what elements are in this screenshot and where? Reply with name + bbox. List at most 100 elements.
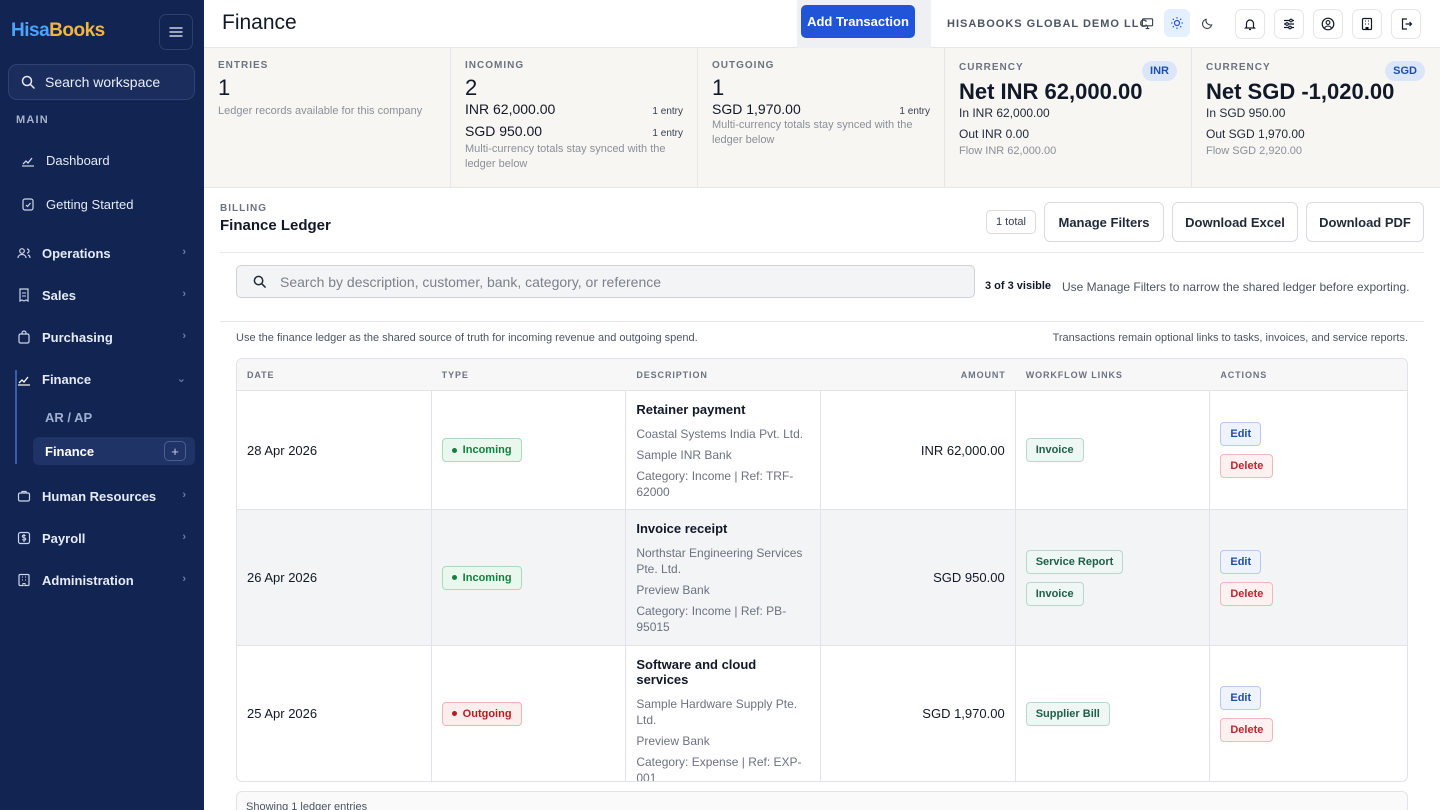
chevron-down-icon: ⌄ [176,373,186,385]
search-icon [253,275,266,288]
column-header-workflow-links[interactable]: WORKFLOW LINKS [1016,359,1211,390]
column-header-description[interactable]: DESCRIPTION [626,359,821,390]
edit-button[interactable]: Edit [1220,422,1262,446]
chart-line-icon [16,371,32,387]
table-row[interactable]: 25 Apr 2026 Outgoing Software and cloud … [237,646,1407,781]
divider [220,321,1424,322]
filter-hint: Use Manage Filters to narrow the shared … [1062,280,1410,294]
top-bar: Finance Add Transaction HISABOOKS GLOBAL… [204,0,1440,48]
bell-icon [1244,19,1256,31]
ledger-search-box[interactable] [236,265,975,298]
chart-line-icon [20,152,36,168]
card-value: 2 [465,75,478,100]
out-value: Out INR 0.00 [959,127,1030,141]
sidebar-item-payroll[interactable]: Payroll › [16,523,196,553]
card-label: INCOMING [465,60,525,71]
hamburger-menu-button[interactable] [159,14,193,50]
card-label: OUTGOING [712,60,775,71]
workspace-search[interactable]: Search workspace [8,64,195,100]
table-header: DATE TYPE DESCRIPTION AMOUNT WORKFLOW LI… [237,359,1407,391]
sidebar-item-operations[interactable]: Operations › [16,238,196,268]
table-row[interactable]: 26 Apr 2026 Incoming Invoice receipt Nor… [237,510,1407,646]
card-value: 1 [712,75,725,100]
add-transaction-button[interactable]: Add Transaction [801,5,915,38]
sidebar-subitem-finance[interactable]: Finance [45,444,94,459]
workflow-link-invoice[interactable]: Invoice [1025,581,1084,606]
cell-description: Software and cloud services Sample Hardw… [626,646,822,781]
sidebar-subitem-ar-ap[interactable]: AR / AP [45,410,92,425]
theme-system-button[interactable] [1134,9,1160,37]
notifications-button[interactable] [1235,9,1265,39]
workspace-search-label: Search workspace [45,74,161,90]
sidebar-item-administration[interactable]: Administration › [16,565,196,595]
delete-button[interactable]: Delete [1220,717,1274,742]
download-pdf-button[interactable]: Download PDF [1306,202,1424,242]
finance-ledger-panel: BILLING Finance Ledger 1 total Manage Fi… [204,188,1440,810]
monitor-icon [1141,17,1153,29]
company-switch-button[interactable] [1352,9,1382,39]
flow-value: Flow SGD 2,920.00 [1206,145,1302,157]
type-badge-incoming: Incoming [441,565,522,590]
ledger-table: DATE TYPE DESCRIPTION AMOUNT WORKFLOW LI… [236,358,1408,782]
workflow-link-service-report[interactable]: Service Report [1025,549,1124,574]
card-note: Multi-currency totals stay synced with t… [712,119,913,146]
download-excel-button[interactable]: Download Excel [1172,202,1298,242]
cell-description: Invoice receipt Northstar Engineering Se… [626,510,822,645]
column-header-date[interactable]: DATE [237,359,432,390]
currency-badge: SGD [1385,61,1425,81]
add-transaction-wrapper: Add Transaction [797,0,931,48]
logout-icon [1401,18,1413,30]
sidebar-item-getting-started[interactable]: Getting Started [20,189,200,219]
building-icon [1361,17,1373,31]
card-label: ENTRIES [218,60,269,71]
search-icon [21,75,35,89]
sliders-icon [1284,18,1294,30]
building-icon [16,572,32,588]
delete-button[interactable]: Delete [1220,581,1274,606]
chevron-right-icon: › [182,288,186,300]
settings-sliders-button[interactable] [1274,9,1304,39]
manage-filters-button[interactable]: Manage Filters [1044,202,1164,242]
users-icon [16,245,32,261]
user-circle-icon [1321,17,1335,31]
profile-button[interactable] [1313,9,1343,39]
dollar-icon [16,530,32,546]
card-value: 1 [218,75,231,100]
table-row[interactable]: 28 Apr 2026 Incoming Retainer payment Co… [237,391,1407,510]
hamburger-icon [169,27,183,37]
entries-card: ENTRIES 1 Ledger records available for t… [204,48,451,188]
workflow-link-supplier-bill[interactable]: Supplier Bill [1025,701,1110,726]
divider [220,252,1424,253]
ledger-footer: Showing 1 ledger entries [236,791,1408,810]
sidebar-item-human-resources[interactable]: Human Resources › [16,481,196,511]
ledger-search-input[interactable] [280,273,960,290]
sidebar-item-finance[interactable]: Finance ⌄ [16,364,196,394]
app-logo[interactable]: HisaBooks [11,20,105,42]
net-value: Net INR 62,000.00 [959,79,1143,104]
sun-icon [1171,17,1183,29]
delete-button[interactable]: Delete [1220,454,1274,478]
status-dot-icon [451,447,457,453]
section-label: BILLING [220,203,267,214]
currency-card-inr: CURRENCY INR Net INR 62,000.00 In INR 62… [945,48,1192,188]
workflow-link-invoice[interactable]: Invoice [1025,438,1084,462]
out-value: Out SGD 1,970.00 [1206,127,1305,141]
column-header-amount[interactable]: AMOUNT [821,359,1016,390]
sidebar-item-purchasing[interactable]: Purchasing › [16,322,196,352]
theme-light-button[interactable] [1164,9,1190,37]
chevron-right-icon: › [182,246,186,258]
currency-row: INR 62,000.00 1 entry [465,101,683,117]
edit-button[interactable]: Edit [1220,685,1262,710]
add-finance-button[interactable]: + [164,441,186,461]
edit-button[interactable]: Edit [1220,549,1262,574]
logout-button[interactable] [1391,9,1421,39]
column-header-actions[interactable]: ACTIONS [1210,359,1407,390]
visible-count: 3 of 3 visible [985,280,1052,292]
plus-icon: + [171,443,179,459]
column-header-type[interactable]: TYPE [432,359,627,390]
card-note: Ledger records available for this compan… [218,105,423,117]
theme-dark-button[interactable] [1194,9,1220,37]
sidebar-item-sales[interactable]: Sales › [16,280,196,310]
chevron-right-icon: › [182,489,186,501]
sidebar-item-dashboard[interactable]: Dashboard [20,145,200,175]
